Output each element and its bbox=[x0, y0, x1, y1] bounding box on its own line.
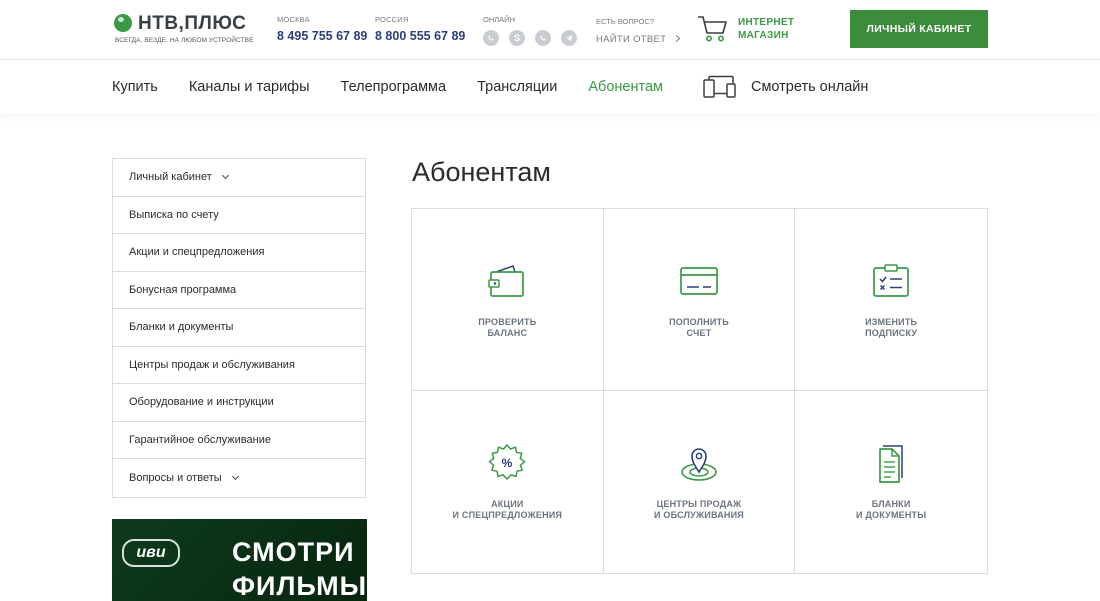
question-block: ЕСТЬ ВОПРОС? НАЙТИ ОТВЕТ bbox=[596, 17, 681, 45]
phone-moscow-block: МОСКВА 8 495 755 67 89 bbox=[277, 15, 367, 43]
ntv-plus-logo[interactable]: НТВ,ПЛЮС ВСЕГДА. ВЕЗДЕ. НА ЛЮБОМ УСТРОЙС… bbox=[114, 12, 254, 48]
telegram-icon[interactable] bbox=[561, 30, 577, 46]
tile-label-line1: ПОПОЛНИТЬ bbox=[669, 317, 729, 327]
shopping-cart-icon bbox=[698, 16, 727, 42]
ivi-promo-banner[interactable]: иви СМОТРИ ФИЛЬМЫ bbox=[112, 519, 367, 601]
tile-forms-documents[interactable]: БЛАНКИ И ДОКУМЕНТЫ bbox=[795, 391, 987, 573]
chevron-right-icon bbox=[673, 34, 681, 43]
phone-russia-block: РОССИЯ 8 800 555 67 89 bbox=[375, 15, 465, 43]
tile-top-up-account[interactable]: ПОПОЛНИТЬ СЧЕТ bbox=[603, 209, 796, 391]
internet-shop-link[interactable]: ИНТЕРНЕТ МАГАЗИН bbox=[697, 15, 794, 43]
phone-moscow-number[interactable]: 8 495 755 67 89 bbox=[277, 29, 367, 43]
tile-label-line2: И ДОКУМЕНТЫ bbox=[856, 510, 927, 520]
banner-line1: СМОТРИ bbox=[232, 537, 355, 567]
checklist-icon bbox=[869, 259, 913, 303]
sidebar-item-label: Вопросы и ответы bbox=[129, 471, 222, 484]
sidebar-item-bonus-program[interactable]: Бонусная программа bbox=[113, 272, 365, 309]
sidebar-item-label: Оборудование и инструкции bbox=[129, 396, 274, 409]
skype-icon[interactable]: S bbox=[509, 30, 525, 46]
find-answer-link[interactable]: НАЙТИ ОТВЕТ bbox=[596, 34, 681, 45]
sidebar-item-label: Выписка по счету bbox=[129, 208, 219, 221]
nav-item-tv-guide[interactable]: Телепрограмма bbox=[341, 79, 447, 95]
nav-item-broadcasts[interactable]: Трансляции bbox=[477, 79, 557, 95]
watch-online-label: Смотреть онлайн bbox=[750, 79, 869, 95]
tile-label-line1: АКЦИИ bbox=[491, 499, 524, 509]
sidebar-item-service-centers[interactable]: Центры продаж и обслуживания bbox=[113, 347, 365, 384]
nav-item-buy[interactable]: Купить bbox=[112, 79, 158, 95]
phone-russia-label: РОССИЯ bbox=[375, 15, 409, 24]
sidebar-item-promotions[interactable]: Акции и спецпредложения bbox=[113, 234, 365, 272]
sidebar-item-forms-documents[interactable]: Бланки и документы bbox=[113, 309, 365, 347]
tile-label-line1: ИЗМЕНИТЬ bbox=[865, 317, 918, 327]
devices-icon bbox=[703, 75, 736, 98]
svg-text:%: % bbox=[502, 456, 513, 470]
phone-russia-number[interactable]: 8 800 555 67 89 bbox=[375, 29, 465, 43]
tile-label-line2: СЧЕТ bbox=[686, 328, 712, 338]
shop-label-line1: ИНТЕРНЕТ bbox=[738, 17, 795, 28]
online-label: ОНЛАЙН bbox=[483, 15, 515, 24]
sidebar-item-warranty[interactable]: Гарантийное обслуживание bbox=[113, 422, 365, 459]
sidebar-item-personal-cabinet[interactable]: Личный кабинет bbox=[113, 159, 365, 197]
tile-service-centers[interactable]: ЦЕНТРЫ ПРОДАЖ И ОБСЛУЖИВАНИЯ bbox=[604, 391, 796, 573]
tile-change-subscription[interactable]: ИЗМЕНИТЬ ПОДПИСКУ bbox=[795, 209, 987, 391]
sidebar-item-equipment[interactable]: Оборудование и инструкции bbox=[113, 384, 365, 422]
nav-item-subscribers[interactable]: Абонентам bbox=[588, 79, 663, 95]
question-label: ЕСТЬ ВОПРОС? bbox=[596, 17, 654, 26]
tile-label-line2: ПОДПИСКУ bbox=[865, 328, 918, 338]
percent-badge-icon: % bbox=[485, 441, 529, 485]
top-header: НТВ,ПЛЮС ВСЕГДА. ВЕЗДЕ. НА ЛЮБОМ УСТРОЙС… bbox=[0, 0, 1100, 60]
location-pin-icon bbox=[677, 441, 721, 485]
personal-cabinet-button[interactable]: ЛИЧНЫЙ КАБИНЕТ bbox=[850, 10, 988, 48]
page-title: Абонентам bbox=[412, 157, 551, 187]
viber-icon[interactable] bbox=[535, 30, 551, 46]
documents-icon bbox=[869, 441, 913, 485]
chevron-down-icon bbox=[221, 172, 229, 180]
chevron-down-icon bbox=[231, 472, 239, 480]
banner-line2: ФИЛЬМЫ bbox=[232, 571, 367, 601]
sidebar-item-label: Бланки и документы bbox=[129, 321, 234, 334]
tile-label-line1: БЛАНКИ bbox=[871, 499, 911, 509]
sidebar-item-label: Гарантийное обслуживание bbox=[129, 433, 271, 446]
card-icon bbox=[677, 259, 721, 303]
sidebar-item-label: Личный кабинет bbox=[129, 171, 212, 184]
logo-tagline: ВСЕГДА. ВЕЗДЕ. НА ЛЮБОМ УСТРОЙСТВЕ bbox=[115, 37, 254, 44]
sidebar-item-label: Бонусная программа bbox=[129, 283, 237, 296]
logo-dot-icon bbox=[114, 14, 132, 32]
banner-headline: СМОТРИ ФИЛЬМЫ bbox=[232, 535, 367, 601]
whatsapp-icon[interactable] bbox=[483, 30, 499, 46]
tile-label-line2: И ОБСЛУЖИВАНИЯ bbox=[654, 510, 744, 520]
main-nav: Купить Каналы и тарифы Телепрограмма Тра… bbox=[0, 61, 1100, 113]
watch-online-link[interactable]: Смотреть онлайн bbox=[703, 75, 868, 99]
tile-label-line2: И СПЕЦПРЕДЛОЖЕНИЯ bbox=[452, 510, 563, 520]
sidebar-item-label: Центры продаж и обслуживания bbox=[129, 358, 295, 371]
subscriber-actions-grid: ПРОВЕРИТЬ БАЛАНС ПОПОЛНИТЬ СЧЕТ ИЗМЕНИТЬ… bbox=[411, 208, 988, 574]
find-answer-text: НАЙТИ ОТВЕТ bbox=[596, 34, 667, 45]
sidebar-item-label: Акции и спецпредложения bbox=[129, 246, 265, 259]
tile-label-line1: ЦЕНТРЫ ПРОДАЖ bbox=[656, 499, 742, 509]
tile-check-balance[interactable]: ПРОВЕРИТЬ БАЛАНС bbox=[412, 209, 604, 391]
shop-label-line2: МАГАЗИН bbox=[738, 30, 789, 41]
ivi-logo: иви bbox=[122, 539, 180, 567]
tile-label-line2: БАЛАНС bbox=[487, 328, 528, 338]
logo-name: НТВ,ПЛЮС bbox=[138, 13, 247, 34]
nav-item-channels-tariffs[interactable]: Каналы и тарифы bbox=[189, 79, 310, 95]
tile-promotions[interactable]: % АКЦИИ И СПЕЦПРЕДЛОЖЕНИЯ bbox=[412, 391, 604, 573]
online-messengers: ОНЛАЙН S bbox=[483, 15, 577, 46]
sidebar-item-account-statement[interactable]: Выписка по счету bbox=[113, 197, 365, 234]
tile-label-line1: ПРОВЕРИТЬ bbox=[478, 317, 537, 327]
wallet-icon bbox=[485, 259, 529, 303]
sidebar-item-faq[interactable]: Вопросы и ответы bbox=[113, 459, 365, 497]
phone-moscow-label: МОСКВА bbox=[277, 15, 310, 24]
sidebar-menu: Личный кабинет Выписка по счету Акции и … bbox=[112, 158, 366, 498]
